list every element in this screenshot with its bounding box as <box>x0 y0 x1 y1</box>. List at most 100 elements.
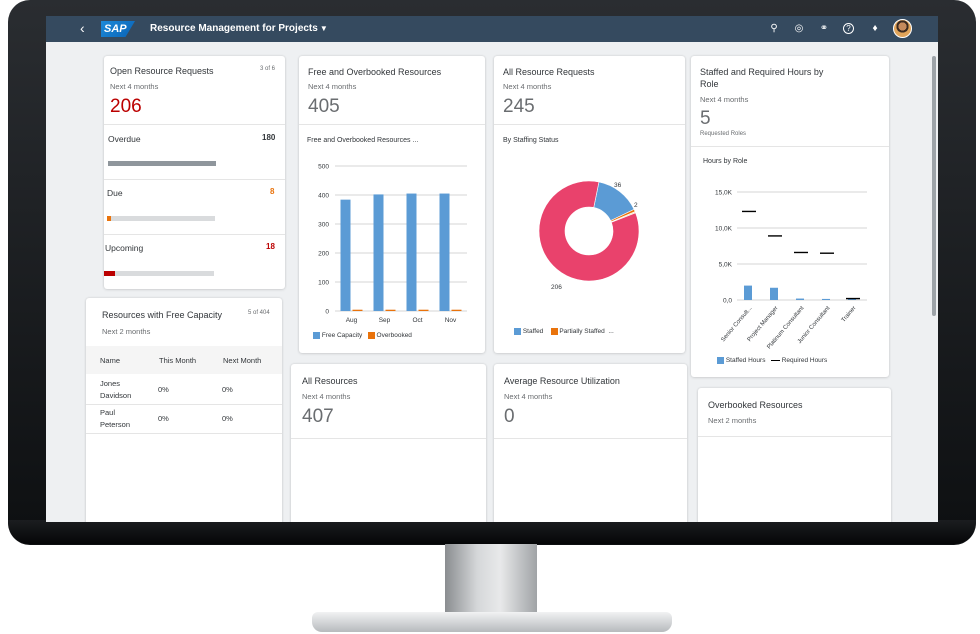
legend-swatch <box>550 328 558 335</box>
chart-title: Free and Overbooked Resources ... <box>307 137 419 144</box>
legend-label: Partially Staffed <box>559 328 605 336</box>
monitor-stand-neck <box>445 544 537 616</box>
x-tick-label: Aug <box>346 317 358 324</box>
notification-icon[interactable]: ♦ <box>868 22 882 36</box>
legend-swatch <box>770 359 780 362</box>
tile-title: All Resource Requests <box>503 67 595 77</box>
legend-swatch <box>514 328 521 335</box>
screen: ‹ SAP Resource Management for Projects ▼ … <box>46 16 938 522</box>
y-tick-label: 10,0K <box>715 226 733 233</box>
divider <box>104 124 285 125</box>
row-label: Due <box>107 188 123 198</box>
divider <box>691 146 889 147</box>
bar-overbooked <box>451 309 462 311</box>
back-icon[interactable]: ‹ <box>80 20 85 36</box>
chart-legend: Free Capacity Overbooked <box>313 332 412 339</box>
data-label: 36 <box>614 182 622 189</box>
column-header[interactable]: Name <box>100 356 120 365</box>
legend-label: Staffed <box>522 328 544 336</box>
tile-title: Average Resource Utilization <box>504 376 620 386</box>
x-tick-label: Trainer <box>841 305 858 323</box>
chart-title: By Staffing Status <box>503 137 559 144</box>
name-first: Paul <box>100 408 116 417</box>
divider <box>104 179 285 180</box>
all-requests-tile[interactable]: All Resource Requests Next 4 months 245 … <box>494 56 685 353</box>
tile-subtitle: Next 2 months <box>708 416 757 425</box>
chart-legend: Staffed Partially Staffed ... <box>514 328 614 335</box>
tile-kpi: 407 <box>302 406 334 427</box>
avg-utilization-tile[interactable]: Average Resource Utilization Next 4 mont… <box>494 364 687 522</box>
divider <box>86 404 282 405</box>
caret-down-icon: ▼ <box>319 24 328 33</box>
y-tick-label: 0,0 <box>723 298 732 305</box>
next-month-value: 0% <box>222 385 233 394</box>
tile-subtitle: Next 4 months <box>700 95 749 104</box>
tile-kpi: 0 <box>504 406 515 427</box>
name-first: Jones <box>100 379 121 388</box>
y-tick-label: 200 <box>318 251 329 258</box>
tile-title: Open Resource Requests <box>110 66 214 76</box>
progress-fill <box>104 271 115 276</box>
divider <box>104 234 285 235</box>
this-month-value: 0% <box>158 385 169 394</box>
help-icon[interactable]: ? <box>843 23 854 34</box>
y-tick-label: 300 <box>318 222 329 229</box>
tile-title-line2: Role <box>700 79 719 89</box>
free-capacity-tile[interactable]: Resources with Free Capacity 5 of 404 Ne… <box>86 298 282 522</box>
headset-icon[interactable]: ⚭ <box>817 22 831 36</box>
chart-title: Hours by Role <box>703 158 748 165</box>
staffed-required-tile[interactable]: Staffed and Required Hours by Role Next … <box>691 56 889 377</box>
sap-logo[interactable]: SAP <box>101 21 135 37</box>
tile-kpi: 245 <box>503 96 535 117</box>
all-resources-tile[interactable]: All Resources Next 4 months 407 <box>291 364 486 522</box>
staffing-status-donut: 36 2 206 <box>538 180 640 291</box>
y-tick-label: 500 <box>318 164 329 171</box>
legend-more[interactable]: ... <box>608 328 613 335</box>
tile-subtitle: Next 4 months <box>504 392 553 401</box>
column-header[interactable]: This Month <box>159 356 196 365</box>
app-title-menu[interactable]: Resource Management for Projects ▼ <box>150 23 328 34</box>
legend-swatch <box>717 357 724 364</box>
app-title: Resource Management for Projects <box>150 23 318 34</box>
divider <box>86 433 282 434</box>
chart-legend: Staffed Hours Required Hours <box>717 357 827 364</box>
overbooked-tile[interactable]: Overbooked Resources Next 2 months <box>698 388 891 522</box>
column-header[interactable]: Next Month <box>223 356 261 365</box>
row-value: 8 <box>270 187 275 196</box>
bar-staffed-hours <box>822 298 830 300</box>
bar-free-capacity <box>373 194 384 311</box>
bar-overbooked <box>418 309 429 311</box>
progress-track <box>104 271 214 276</box>
x-tick-label: Sep <box>379 317 391 324</box>
y-tick-label: 15,0K <box>715 190 733 197</box>
divider <box>494 438 687 439</box>
data-label: 2 <box>634 202 638 209</box>
tile-title: All Resources <box>302 376 358 386</box>
legend-swatch <box>367 332 375 339</box>
legend-label: Required Hours <box>781 357 828 365</box>
bar-free-capacity <box>340 199 351 311</box>
divider <box>494 124 685 125</box>
vertical-scrollbar[interactable] <box>932 56 936 316</box>
co-pilot-icon[interactable]: ◎ <box>792 22 806 36</box>
tile-title: Resources with Free Capacity <box>102 310 223 320</box>
user-avatar[interactable] <box>893 19 912 38</box>
row-label: Overdue <box>108 134 141 144</box>
open-requests-tile[interactable]: Open Resource Requests 3 of 6 Next 4 mon… <box>104 56 285 289</box>
free-overbooked-tile[interactable]: Free and Overbooked Resources Next 4 mon… <box>299 56 485 353</box>
row-label: Upcoming <box>105 243 144 253</box>
search-icon[interactable]: ⚲ <box>767 22 781 36</box>
row-value: 18 <box>266 242 275 251</box>
x-tick-label: Nov <box>445 317 457 324</box>
divider <box>291 438 486 439</box>
tile-title: Overbooked Resources <box>708 400 803 410</box>
y-tick-label: 0 <box>325 309 329 316</box>
legend-label: Staffed Hours <box>725 357 766 365</box>
name-last: Davidson <box>100 391 132 400</box>
bar-overbooked <box>385 309 396 311</box>
data-label: 206 <box>551 284 562 291</box>
divider <box>299 124 485 125</box>
y-tick-label: 400 <box>318 193 329 200</box>
shell-bar: ‹ SAP Resource Management for Projects ▼ … <box>46 16 938 42</box>
tile-counter: 5 of 404 <box>248 310 270 316</box>
